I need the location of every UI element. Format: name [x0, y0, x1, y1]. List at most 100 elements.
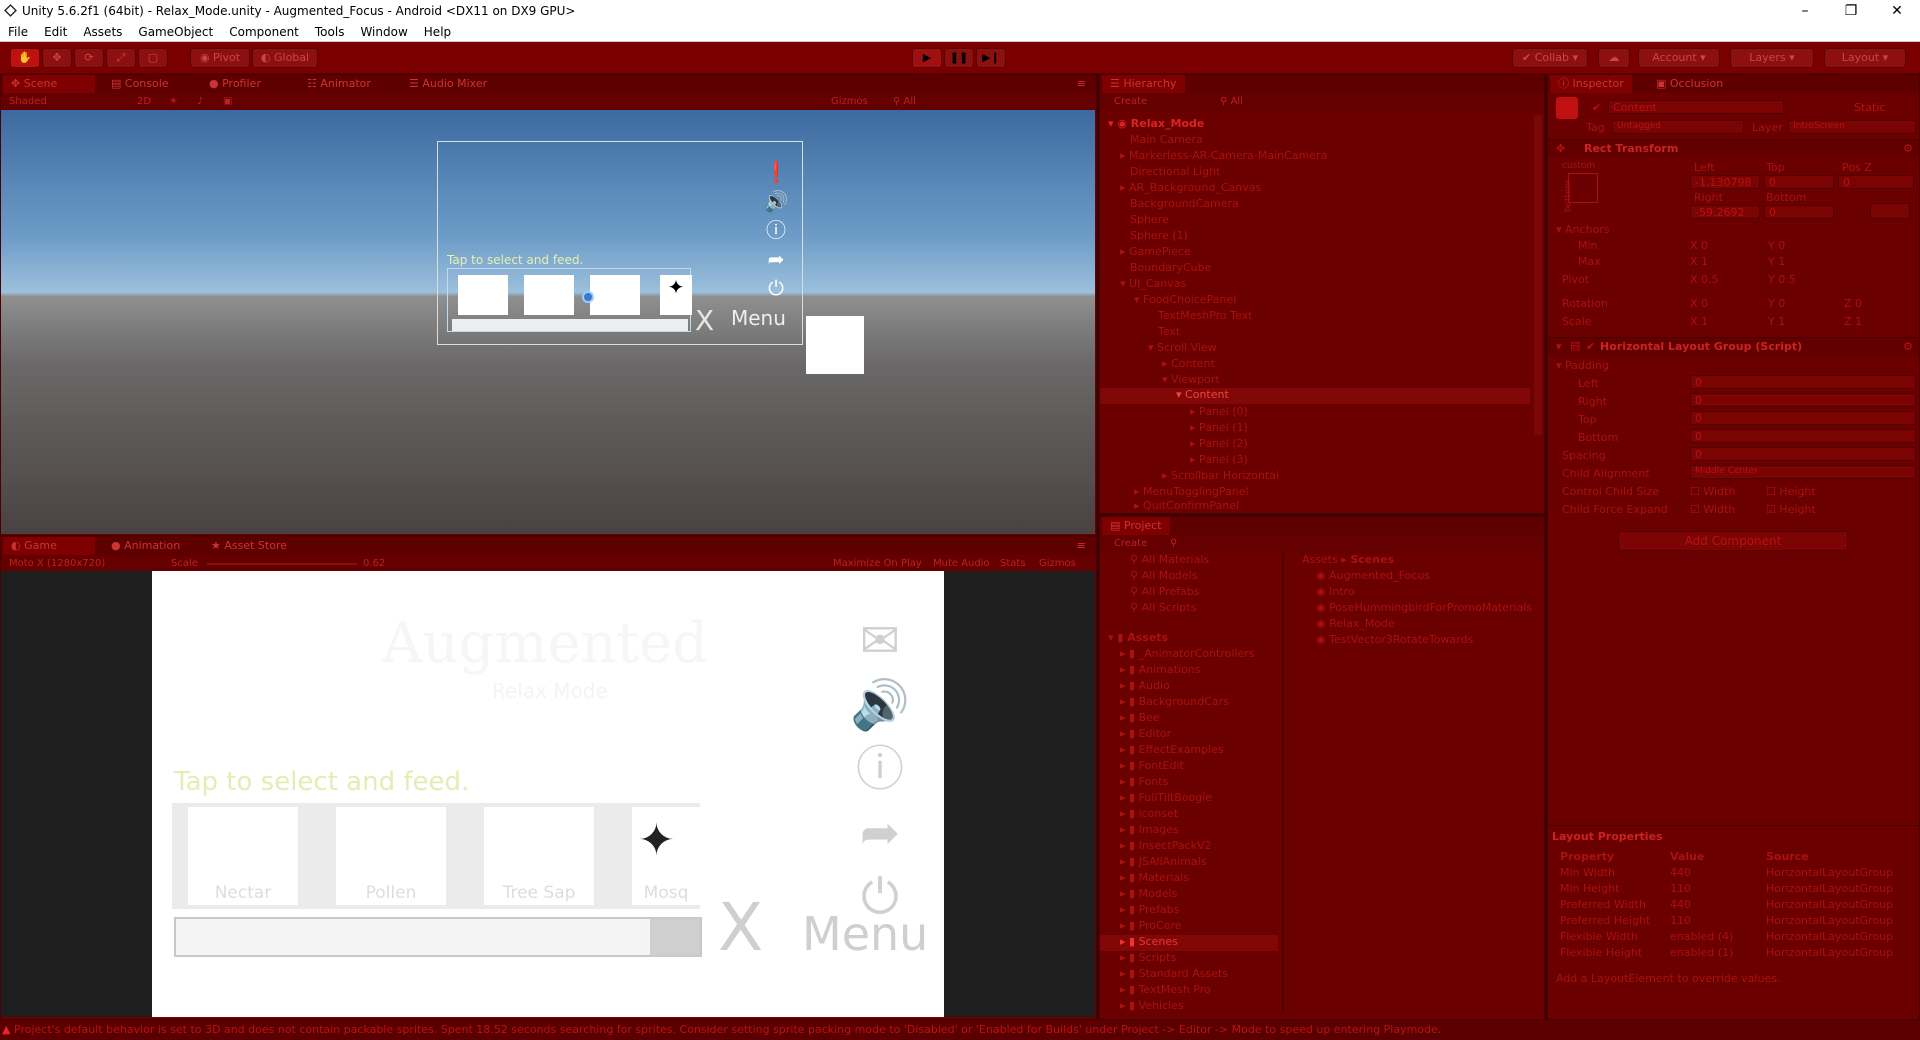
- collab-dropdown[interactable]: ✔ Collab ▾: [1512, 48, 1588, 68]
- rect-posz-field[interactable]: 0: [1838, 175, 1914, 189]
- tab-project[interactable]: ▤ Project: [1102, 517, 1170, 535]
- account-dropdown[interactable]: Account ▾: [1638, 48, 1720, 68]
- hierarchy-item[interactable]: ▸ Panel (0): [1190, 405, 1248, 418]
- share-icon[interactable]: ➦: [848, 801, 912, 865]
- speaker-icon[interactable]: 🔊: [848, 673, 912, 737]
- menu-assets[interactable]: Assets: [75, 22, 130, 41]
- tab-hierarchy[interactable]: ☰ Hierarchy: [1102, 75, 1185, 93]
- scene-root[interactable]: ▾ ◉ Relax_Mode: [1108, 117, 1204, 130]
- folder-item[interactable]: ▸ ▮ Vehicles: [1120, 999, 1184, 1012]
- tab-scene[interactable]: ✥ Scene: [3, 75, 95, 93]
- breadcrumb-scenes[interactable]: Scenes: [1350, 553, 1394, 566]
- move-tool-icon[interactable]: ✥: [42, 48, 72, 68]
- hierarchy-item[interactable]: TextMeshPro Text: [1158, 309, 1252, 322]
- menu-help[interactable]: Help: [416, 22, 459, 41]
- layout-dropdown[interactable]: Layout ▾: [1824, 48, 1906, 68]
- menu-window[interactable]: Window: [352, 22, 415, 41]
- hierarchy-item[interactable]: ▸ Markerless-AR-Camera-MainCamera: [1120, 149, 1327, 162]
- folder-item[interactable]: ▸ ▮ EffectExamples: [1120, 743, 1224, 756]
- menu-edit[interactable]: Edit: [36, 22, 75, 41]
- folder-item[interactable]: ▸ ▮ FontEdit: [1120, 759, 1184, 772]
- folder-item-selected[interactable]: ▸ ▮ Scenes: [1100, 935, 1278, 951]
- scale-y[interactable]: Y 1: [1768, 315, 1785, 328]
- panel-menu-icon[interactable]: ≡: [1069, 537, 1094, 555]
- scene-gizmos-dropdown[interactable]: Gizmos: [831, 93, 868, 111]
- object-name-field[interactable]: Content: [1608, 100, 1784, 114]
- rect-left-field[interactable]: -1.130798: [1690, 175, 1760, 189]
- folder-item[interactable]: ▸ ▮ ProCore: [1120, 919, 1182, 932]
- tag-dropdown[interactable]: Untagged: [1612, 120, 1744, 134]
- tab-animator[interactable]: ☷ Animator: [299, 75, 379, 93]
- pivot-x[interactable]: X 0.5: [1690, 273, 1719, 286]
- folder-item[interactable]: ▸ ▮ Audio: [1120, 679, 1170, 692]
- anchor-max-x[interactable]: X 1: [1690, 255, 1708, 268]
- hierarchy-item[interactable]: Text: [1158, 325, 1180, 338]
- hierarchy-item[interactable]: ▸ AR_Background_Canvas: [1120, 181, 1261, 194]
- hlg-header[interactable]: ▾ ▤ ✔ Horizontal Layout Group (Script) ⚙: [1548, 337, 1919, 355]
- scene-search-input[interactable]: ⚲ All: [893, 93, 973, 111]
- food-item-pollen[interactable]: Pollen: [336, 807, 446, 905]
- scene-file[interactable]: ◉ TestVector3RotateTowards: [1316, 633, 1473, 646]
- power-icon[interactable]: ⏻: [848, 865, 912, 929]
- hierarchy-item-selected[interactable]: ▾ Content: [1100, 388, 1530, 404]
- hlg-enabled-checkbox[interactable]: ✔: [1586, 340, 1595, 353]
- folder-item[interactable]: ▸ ▮ Materials: [1120, 871, 1189, 884]
- folder-item[interactable]: ▸ ▮ Bee: [1120, 711, 1160, 724]
- scene-file[interactable]: ◉ PoseHummingbirdForPromoMaterials: [1316, 601, 1532, 614]
- folder-item[interactable]: ▸ ▮ JSAllAnimals: [1120, 855, 1206, 868]
- tab-animation[interactable]: ● Animation: [103, 537, 188, 555]
- hierarchy-search-input[interactable]: ⚲ All: [1220, 93, 1520, 111]
- hierarchy-item[interactable]: ▾ UI_Canvas: [1120, 277, 1186, 290]
- add-component-button[interactable]: Add Component: [1618, 531, 1848, 551]
- game-scrollbar[interactable]: [174, 917, 702, 957]
- game-food-scrollview[interactable]: Nectar Pollen Tree Sap ✦ Mosq: [172, 803, 700, 909]
- folder-item[interactable]: ▸ ▮ iconset: [1120, 807, 1178, 820]
- menu-tools[interactable]: Tools: [307, 22, 353, 41]
- hierarchy-item[interactable]: ▸ Panel (1): [1190, 421, 1248, 434]
- spacing-field[interactable]: 0: [1690, 447, 1916, 461]
- anchor-min-y[interactable]: Y 0: [1768, 239, 1785, 252]
- child-alignment-dropdown[interactable]: Middle Center: [1690, 465, 1916, 479]
- folder-item[interactable]: ▸ ▮ Scripts: [1120, 951, 1176, 964]
- menu-component[interactable]: Component: [221, 22, 307, 41]
- folder-item[interactable]: ▸ ▮ Editor: [1120, 727, 1171, 740]
- padding-label[interactable]: ▾ Padding: [1556, 359, 1609, 372]
- ccs-height-checkbox[interactable]: ☐ Height: [1766, 485, 1816, 498]
- blueprint-raw-buttons[interactable]: [1870, 203, 1910, 219]
- lighting-icon[interactable]: ☀: [169, 93, 178, 111]
- padding-right-field[interactable]: 0: [1690, 393, 1916, 407]
- scrollbar-handle[interactable]: [650, 919, 700, 955]
- menu-file[interactable]: File: [0, 22, 36, 41]
- minimize-icon[interactable]: –: [1782, 0, 1828, 22]
- cfe-width-checkbox[interactable]: ☑ Width: [1690, 503, 1735, 516]
- assets-root[interactable]: ▾ ▮ Assets: [1108, 631, 1168, 644]
- hierarchy-item[interactable]: ▸ GamePiece: [1120, 245, 1191, 258]
- game-canvas[interactable]: Augmented Relax Mode Tap to select and f…: [152, 571, 944, 1017]
- pivot-y[interactable]: Y 0.5: [1768, 273, 1796, 286]
- menu-gameobject[interactable]: GameObject: [130, 22, 221, 41]
- ccs-width-checkbox[interactable]: ☐ Width: [1690, 485, 1735, 498]
- folder-item[interactable]: ▸ ▮ BackgroundCars: [1120, 695, 1229, 708]
- folder-item[interactable]: ▸ ▮ Images: [1120, 823, 1179, 836]
- hierarchy-item[interactable]: ▸ Panel (3): [1190, 453, 1248, 466]
- hierarchy-item[interactable]: ▸ Content: [1162, 357, 1215, 370]
- rect-bottom-field[interactable]: 0: [1764, 205, 1834, 219]
- anchor-max-y[interactable]: Y 1: [1768, 255, 1785, 268]
- hierarchy-item[interactable]: Main Camera: [1130, 133, 1203, 146]
- rotate-tool-icon[interactable]: ⟳: [74, 48, 104, 68]
- tab-profiler[interactable]: ● Profiler: [201, 75, 269, 93]
- pivot-toggle[interactable]: ◉ Pivot: [190, 48, 250, 68]
- close-icon[interactable]: ✕: [1874, 0, 1920, 22]
- rect-tool-icon[interactable]: ▢: [138, 48, 168, 68]
- anchor-min-x[interactable]: X 0: [1690, 239, 1708, 252]
- rotation-y[interactable]: Y 0: [1768, 297, 1785, 310]
- padding-top-field[interactable]: 0: [1690, 411, 1916, 425]
- folder-item[interactable]: ▸ ▮ FullTiltBoogie: [1120, 791, 1212, 804]
- favorite-item[interactable]: ⚲ All Materials: [1130, 553, 1209, 566]
- shading-dropdown[interactable]: Shaded: [9, 93, 47, 111]
- hierarchy-item[interactable]: ▸ Scrollbar Horizontal: [1162, 469, 1279, 482]
- scene-scrollview[interactable]: ✦: [447, 268, 692, 332]
- hierarchy-item[interactable]: ▸ Panel (2): [1190, 437, 1248, 450]
- scene-file[interactable]: ◉ Augmented_Focus: [1316, 569, 1430, 582]
- folder-item[interactable]: ▸ ▮ _AnimatorControllers: [1120, 647, 1255, 660]
